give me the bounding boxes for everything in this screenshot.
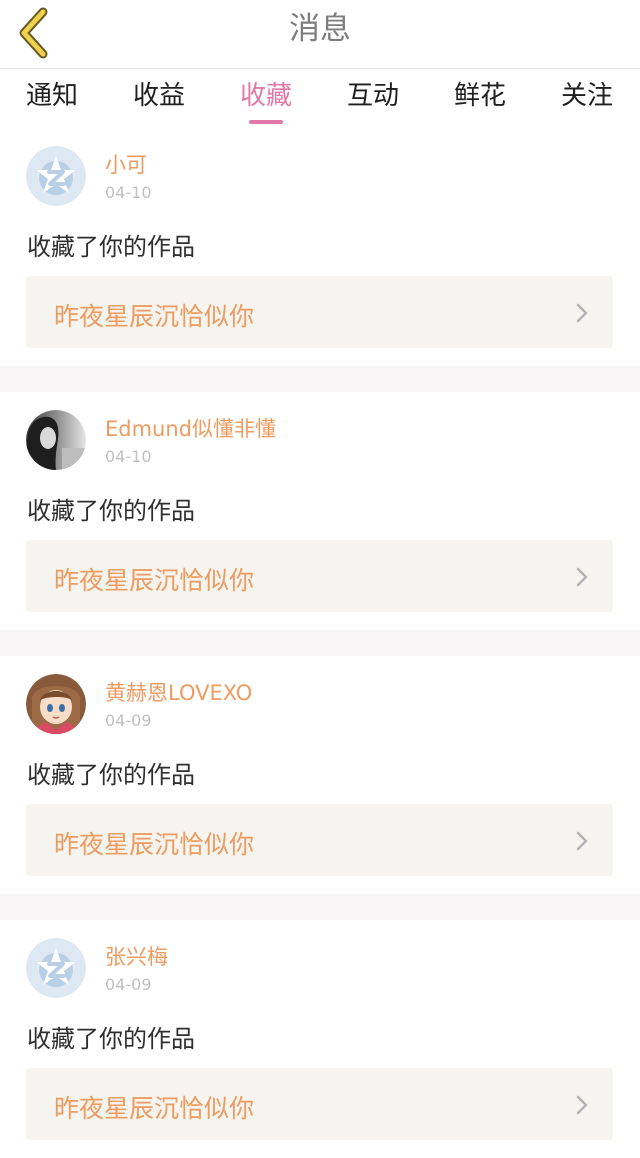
work-link-card[interactable]: 昨夜星辰沉恰似你 bbox=[26, 276, 613, 348]
message-list: 小可 04-10 收藏了你的作品 昨夜星辰沉恰似你 Edmund似懂非懂 04-… bbox=[0, 128, 640, 1158]
chevron-right-icon bbox=[576, 1095, 588, 1115]
chevron-right-icon bbox=[576, 303, 588, 323]
work-link-card[interactable]: 昨夜星辰沉恰似你 bbox=[26, 804, 613, 876]
action-text: 收藏了你的作品 bbox=[27, 233, 195, 261]
timestamp: 04-10 bbox=[105, 447, 152, 466]
work-link-card[interactable]: 昨夜星辰沉恰似你 bbox=[26, 540, 613, 612]
tab-interactions[interactable]: 互动 bbox=[328, 69, 418, 127]
chevron-right-icon bbox=[576, 567, 588, 587]
anime-avatar[interactable] bbox=[26, 674, 86, 734]
header-bar: 消息 bbox=[0, 0, 640, 69]
timestamp: 04-10 bbox=[105, 183, 152, 202]
list-item: Edmund似懂非懂 04-10 收藏了你的作品 昨夜星辰沉恰似你 bbox=[0, 392, 640, 630]
username[interactable]: 张兴梅 bbox=[105, 941, 168, 971]
work-title: 昨夜星辰沉恰似你 bbox=[54, 302, 255, 331]
tab-earnings[interactable]: 收益 bbox=[114, 69, 204, 127]
username[interactable]: 小可 bbox=[105, 149, 147, 179]
work-link-card[interactable]: 昨夜星辰沉恰似你 bbox=[26, 1068, 613, 1140]
divider bbox=[0, 894, 640, 920]
action-text: 收藏了你的作品 bbox=[27, 1025, 195, 1053]
page-title: 消息 bbox=[289, 11, 351, 47]
username[interactable]: 黄赫恩LOVEXO bbox=[105, 677, 252, 707]
default-avatar-icon[interactable] bbox=[26, 938, 86, 998]
chevron-right-icon bbox=[576, 831, 588, 851]
work-title: 昨夜星辰沉恰似你 bbox=[54, 1094, 255, 1123]
default-avatar-icon[interactable] bbox=[26, 146, 86, 206]
tab-flowers[interactable]: 鲜花 bbox=[435, 69, 525, 127]
back-chevron-icon[interactable] bbox=[10, 6, 56, 60]
action-text: 收藏了你的作品 bbox=[27, 761, 195, 789]
divider bbox=[0, 630, 640, 656]
timestamp: 04-09 bbox=[105, 711, 152, 730]
divider bbox=[0, 366, 640, 392]
list-item: 小可 04-10 收藏了你的作品 昨夜星辰沉恰似你 bbox=[0, 128, 640, 366]
tab-following[interactable]: 关注 bbox=[542, 69, 632, 127]
work-title: 昨夜星辰沉恰似你 bbox=[54, 830, 255, 859]
username[interactable]: Edmund似懂非懂 bbox=[105, 413, 276, 443]
list-item: 张兴梅 04-09 收藏了你的作品 昨夜星辰沉恰似你 bbox=[0, 920, 640, 1158]
active-tab-indicator bbox=[249, 120, 283, 124]
list-item: 黄赫恩LOVEXO 04-09 收藏了你的作品 昨夜星辰沉恰似你 bbox=[0, 656, 640, 894]
work-title: 昨夜星辰沉恰似你 bbox=[54, 566, 255, 595]
tab-bar: 通知 收益 收藏 互动 鲜花 关注 bbox=[0, 69, 640, 127]
tab-notifications[interactable]: 通知 bbox=[7, 69, 97, 127]
timestamp: 04-09 bbox=[105, 975, 152, 994]
user-photo-avatar[interactable] bbox=[26, 410, 86, 470]
tab-favorites[interactable]: 收藏 bbox=[221, 69, 311, 127]
action-text: 收藏了你的作品 bbox=[27, 497, 195, 525]
